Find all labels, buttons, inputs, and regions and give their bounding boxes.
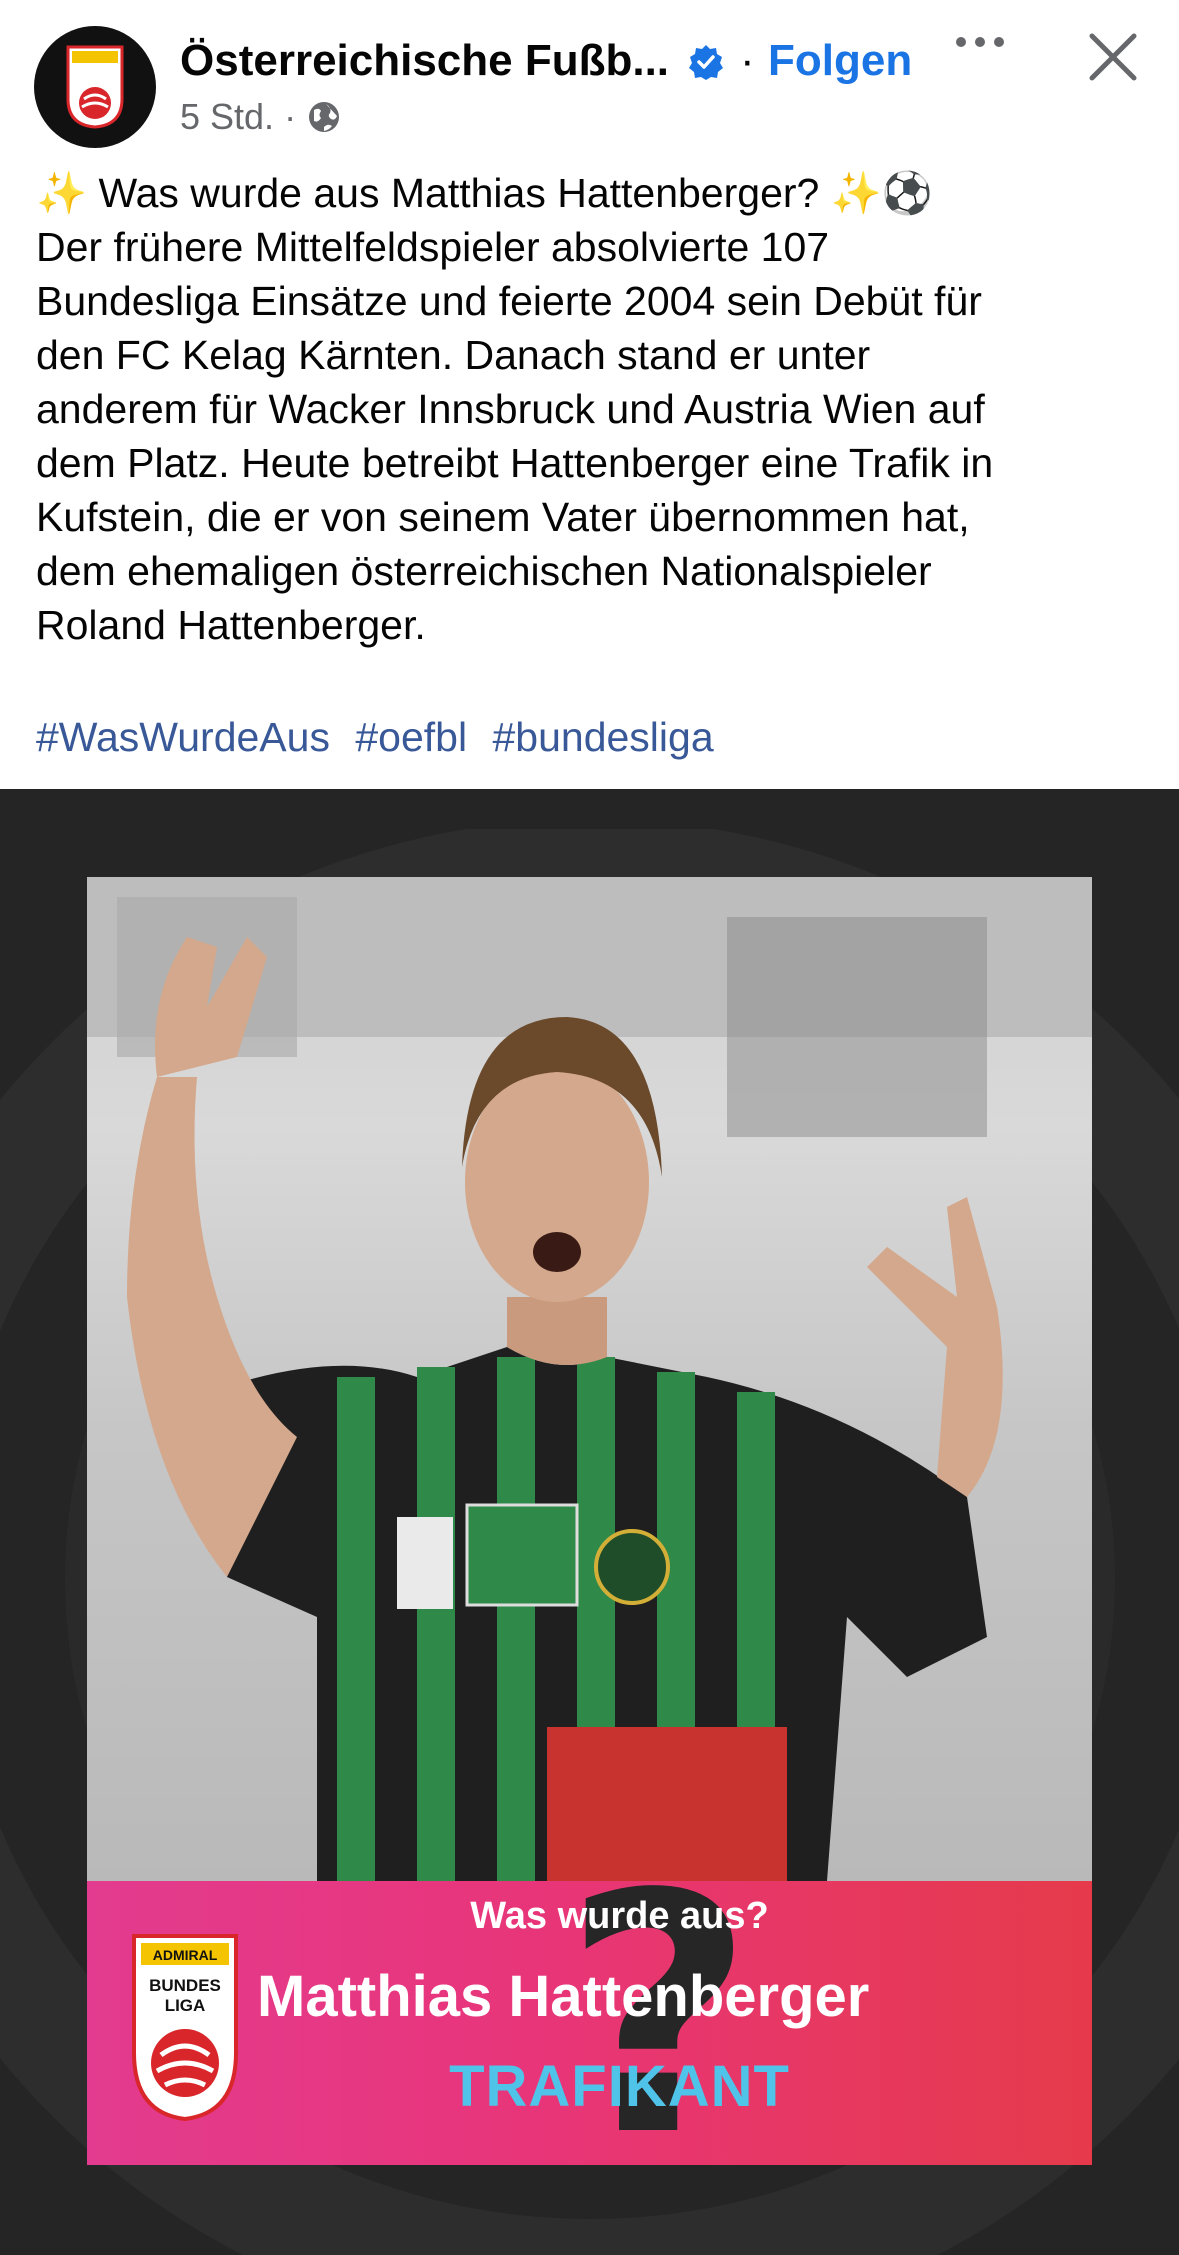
post-meta: 5 Std. ·: [180, 96, 342, 138]
follow-button[interactable]: Folgen: [768, 36, 912, 86]
post-text-line: Der frühere Mittelfeldspieler absolviert…: [36, 224, 830, 270]
page-name[interactable]: Österreichische Fußb...: [180, 36, 669, 86]
banner-player-name: Matthias Hattenberger: [257, 1964, 870, 2029]
header-separator: ·: [740, 36, 755, 85]
banner-kicker: Was wurde aus?: [470, 1895, 769, 1937]
hashtag-link[interactable]: #WasWurdeAus: [36, 714, 330, 760]
hashtag-link[interactable]: #oefbl: [355, 714, 467, 760]
verified-badge-icon: [689, 45, 723, 80]
logo-line2-text: LIGA: [165, 1996, 206, 2015]
hashtag-link[interactable]: #bundesliga: [492, 714, 713, 760]
post-text-line: anderem für Wacker Innsbruck und Austria…: [36, 386, 985, 432]
banner-occupation: TRAFIKANT: [449, 2054, 790, 2119]
page-avatar[interactable]: [34, 26, 156, 148]
post-text-line: den FC Kelag Kärnten. Danach stand er un…: [36, 332, 871, 378]
hashtag-list: #WasWurdeAus #oefbl #bundesliga: [36, 710, 728, 764]
globe-icon: [309, 102, 340, 132]
more-options-icon[interactable]: [952, 22, 1008, 62]
info-banner: ? ADMIRAL BUNDES LIGA Was wurde aus? Mat…: [87, 1881, 1092, 2165]
post-text-line: Roland Hattenberger.: [36, 602, 426, 648]
post-text-line: Bundesliga Einsätze und feierte 2004 sei…: [36, 278, 982, 324]
player-illustration: [87, 877, 1092, 1881]
post-body: ✨ Was wurde aus Matthias Hattenberger? ✨…: [36, 166, 1146, 652]
meta-separator: ·: [284, 96, 297, 137]
post-header: Österreichische Fußb... · Folgen 5 Std. …: [0, 0, 1179, 160]
bundesliga-logo: [66, 45, 124, 129]
player-photo: [87, 877, 1092, 1881]
post-text-line: ✨ Was wurde aus Matthias Hattenberger? ✨…: [36, 170, 933, 216]
post-text-line: dem ehemaligen österreichischen National…: [36, 548, 932, 594]
post-text-line: Kufstein, die er von seinem Vater überno…: [36, 494, 970, 540]
post-text-line: dem Platz. Heute betreibt Hattenberger e…: [36, 440, 994, 486]
post-image[interactable]: ? ADMIRAL BUNDES LIGA Was wurde aus? Mat…: [0, 789, 1179, 2255]
close-icon[interactable]: [1086, 30, 1140, 84]
logo-top-text: ADMIRAL: [153, 1947, 218, 1963]
post-timestamp[interactable]: 5 Std.: [180, 96, 274, 138]
logo-line1-text: BUNDES: [149, 1976, 221, 1995]
